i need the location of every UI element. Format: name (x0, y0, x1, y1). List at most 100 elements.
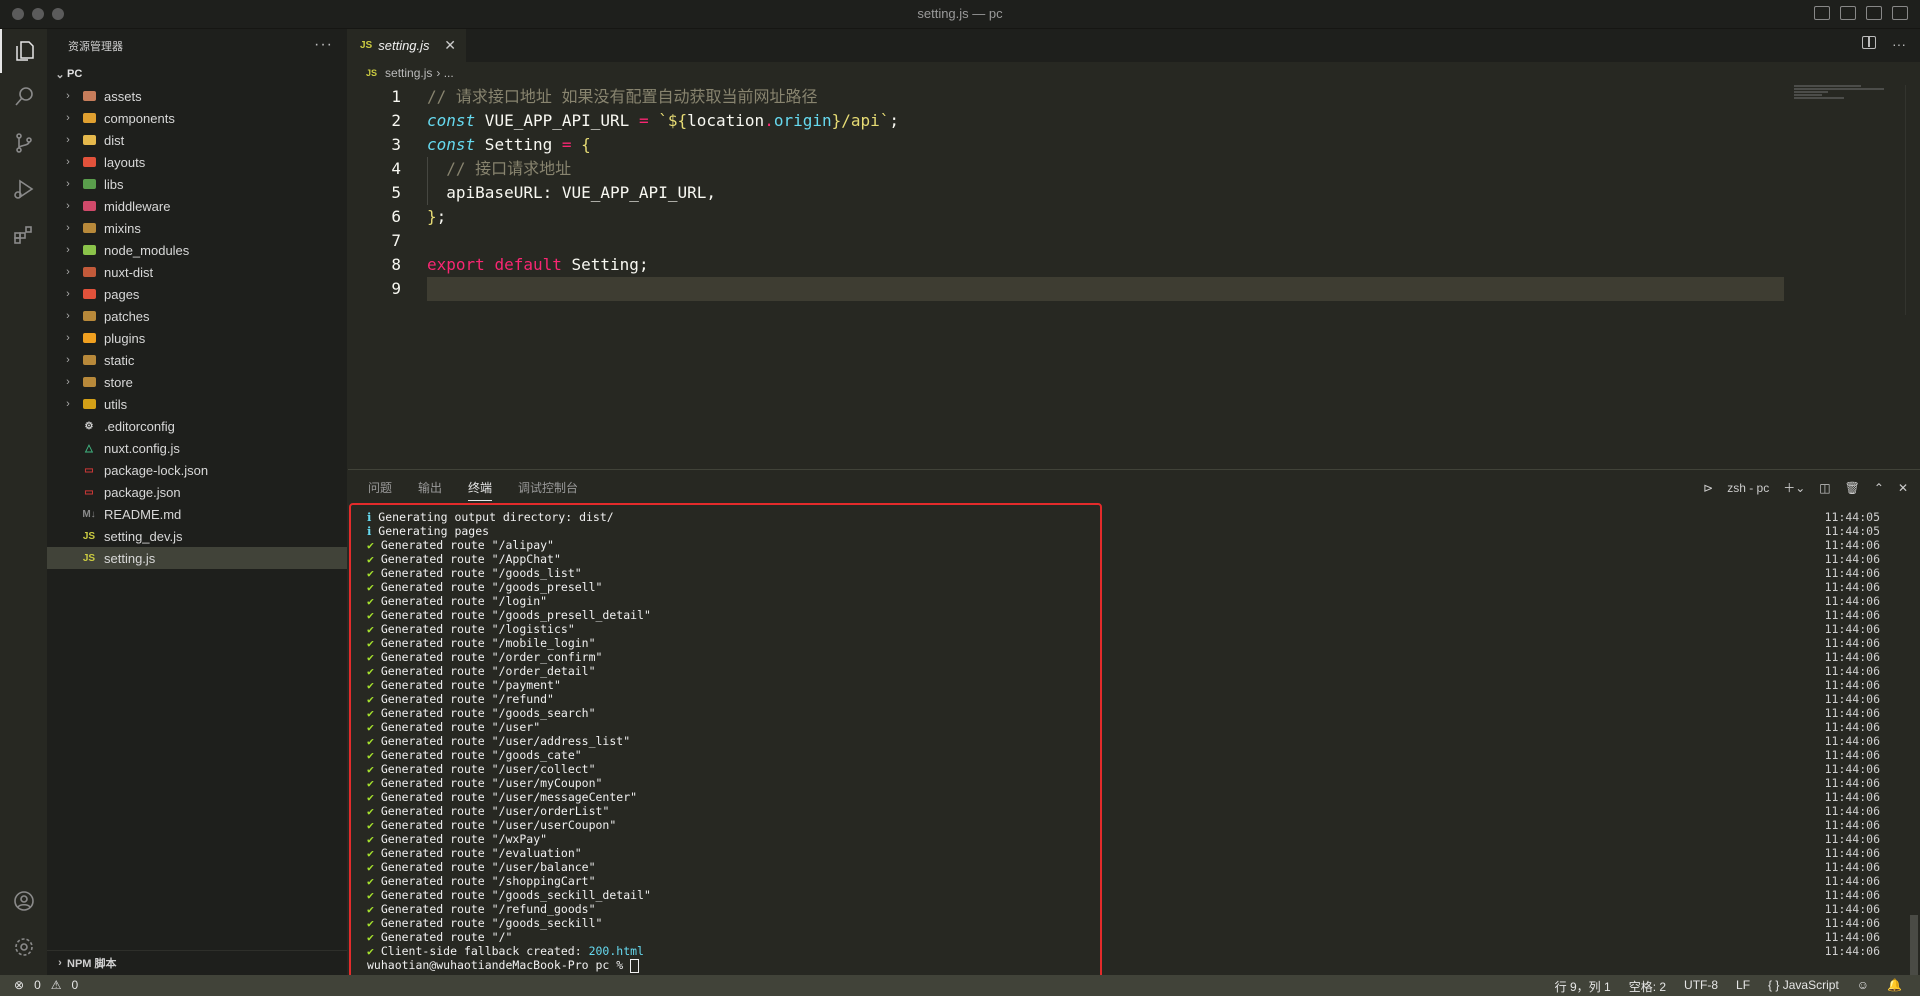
check-icon: ✔ (367, 720, 381, 734)
tree-folder[interactable]: › node_modules (47, 239, 347, 261)
settings-gear-icon[interactable] (0, 925, 47, 969)
tab-terminal[interactable]: 终端 (468, 479, 493, 501)
explorer-icon[interactable] (0, 29, 47, 73)
tree-item-label: setting.js (104, 550, 156, 566)
tree-file[interactable]: JS setting.js (47, 547, 347, 569)
check-icon: ✔ (367, 762, 381, 776)
terminal-route-line: ✔ Generated route "/alipay" (367, 538, 554, 552)
toggle-panel-icon[interactable] (1840, 6, 1856, 20)
terminal-route-line: ✔ Generated route "/user" (367, 720, 541, 734)
kill-terminal-icon[interactable]: 🗑 (1845, 481, 1860, 495)
tree-folder[interactable]: › static (47, 349, 347, 371)
workspace-root[interactable]: ⌄ PC (47, 63, 347, 85)
customize-layout-icon[interactable] (1892, 6, 1908, 20)
search-icon[interactable] (0, 75, 47, 119)
tree-folder[interactable]: › store (47, 371, 347, 393)
line-number: 4 (391, 159, 401, 178)
terminal-info-line: ℹ Generating pages (367, 524, 490, 538)
terminal-timestamp: 11:44:06 (1824, 916, 1880, 930)
npm-scripts-section[interactable]: › NPM 脚本 (47, 950, 347, 975)
tree-folder[interactable]: › plugins (47, 327, 347, 349)
run-debug-icon[interactable] (0, 167, 47, 211)
extensions-icon[interactable] (0, 213, 47, 257)
editor-more-icon[interactable]: ··· (1892, 36, 1906, 52)
feedback-icon[interactable]: ☺ (1857, 978, 1869, 995)
tree-folder[interactable]: › patches (47, 305, 347, 327)
terminal-prompt[interactable]: wuhaotian@wuhaotiandeMacBook-Pro pc % (367, 958, 651, 973)
terminal-route-line: ✔ Generated route "/evaluation" (367, 846, 582, 860)
tree-file[interactable]: M↓ README.md (47, 503, 347, 525)
check-icon: ✔ (367, 832, 381, 846)
tree-folder[interactable]: › utils (47, 393, 347, 415)
code-editor[interactable]: 1// 请求接口地址 如果没有配置自动获取当前网址路径 2 const VUE_A… (348, 85, 1848, 301)
tree-folder[interactable]: › components (47, 107, 347, 129)
tree-folder[interactable]: › pages (47, 283, 347, 305)
breadcrumb-rest[interactable]: › ... (436, 66, 453, 80)
tree-folder[interactable]: › assets (47, 85, 347, 107)
folder-icon (81, 396, 97, 412)
toggle-sidebar-icon[interactable] (1814, 6, 1830, 20)
language-mode[interactable]: { } JavaScript (1768, 978, 1839, 995)
status-left[interactable]: ⊗ 0 ⚠ 0 (14, 978, 78, 992)
file-type-icon: JS (82, 530, 96, 542)
accounts-icon[interactable] (0, 879, 47, 923)
breadcrumb-file[interactable]: setting.js (385, 66, 432, 80)
terminal-timestamp: 11:44:06 (1824, 622, 1880, 636)
terminal-scrollbar[interactable] (1910, 915, 1918, 975)
file-type-icon: △ (85, 442, 93, 454)
tree-folder[interactable]: › middleware (47, 195, 347, 217)
tree-folder[interactable]: › nuxt-dist (47, 261, 347, 283)
more-actions-icon[interactable]: ··· (314, 36, 333, 54)
check-icon: ✔ (367, 678, 381, 692)
code-line: 4 // 接口请求地址 (348, 157, 1848, 181)
tree-item-label: assets (104, 88, 142, 104)
tree-folder[interactable]: › dist (47, 129, 347, 151)
split-terminal-icon[interactable]: ◫ (1819, 481, 1830, 495)
tree-folder[interactable]: › mixins (47, 217, 347, 239)
check-icon: ✔ (367, 622, 381, 636)
source-control-icon[interactable] (0, 121, 47, 165)
workspace-root-label: PC (67, 68, 83, 80)
check-icon: ✔ (367, 874, 381, 888)
explorer-sidebar: 资源管理器 ··· ⌄ PC › assets › components › dist › l… (47, 29, 347, 975)
minimap[interactable] (1794, 85, 1906, 105)
new-terminal-icon[interactable]: ＋⌄ (1783, 479, 1805, 496)
tree-file[interactable]: ⚙ .editorconfig (47, 415, 347, 437)
maximize-panel-icon[interactable]: ⌃ (1874, 481, 1884, 495)
tree-item-label: dist (104, 132, 125, 148)
close-panel-icon[interactable]: ✕ (1898, 481, 1908, 495)
tree-folder[interactable]: › layouts (47, 151, 347, 173)
tree-file[interactable]: ▭ package-lock.json (47, 459, 347, 481)
terminal-timestamp: 11:44:06 (1824, 874, 1880, 888)
tree-file[interactable]: ▭ package.json (47, 481, 347, 503)
split-editor-icon[interactable] (1862, 36, 1876, 49)
tree-file[interactable]: JS setting_dev.js (47, 525, 347, 547)
tab-setting-js[interactable]: JS setting.js ✕ (348, 29, 466, 62)
tree-file[interactable]: △ nuxt.config.js (47, 437, 347, 459)
terminal-route-line: ✔ Generated route "/order_detail" (367, 664, 596, 678)
chevron-right-icon: › (66, 178, 70, 190)
tab-debug-console[interactable]: 调试控制台 (518, 479, 578, 496)
terminal-name[interactable]: zsh - pc (1727, 481, 1769, 495)
terminal-timestamp: 11:44:06 (1824, 748, 1880, 762)
chevron-right-icon: › (66, 310, 70, 322)
line-number: 7 (391, 231, 401, 250)
tab-problems[interactable]: 问题 (368, 479, 392, 496)
tree-item-label: static (104, 352, 135, 368)
check-icon: ✔ (367, 818, 381, 832)
terminal-output[interactable]: ℹ Generating output directory: dist/ℹ Ge… (367, 510, 651, 973)
encoding[interactable]: UTF-8 (1684, 978, 1718, 995)
end-of-line[interactable]: LF (1736, 978, 1750, 995)
code-line: 7 (348, 229, 1848, 253)
tree-folder[interactable]: › libs (47, 173, 347, 195)
close-tab-icon[interactable]: ✕ (444, 37, 456, 54)
editor-scrollbar[interactable] (1905, 85, 1920, 315)
check-icon: ✔ (367, 664, 381, 678)
toggle-secondary-sidebar-icon[interactable] (1866, 6, 1882, 20)
folder-icon (81, 88, 97, 104)
explorer-header: 资源管理器 ··· (47, 29, 347, 63)
cursor-position[interactable]: 行 9，列 1 (1555, 978, 1611, 995)
notifications-bell-icon[interactable]: 🔔 (1887, 978, 1902, 995)
tab-output[interactable]: 输出 (418, 479, 442, 496)
indentation[interactable]: 空格: 2 (1629, 978, 1666, 995)
